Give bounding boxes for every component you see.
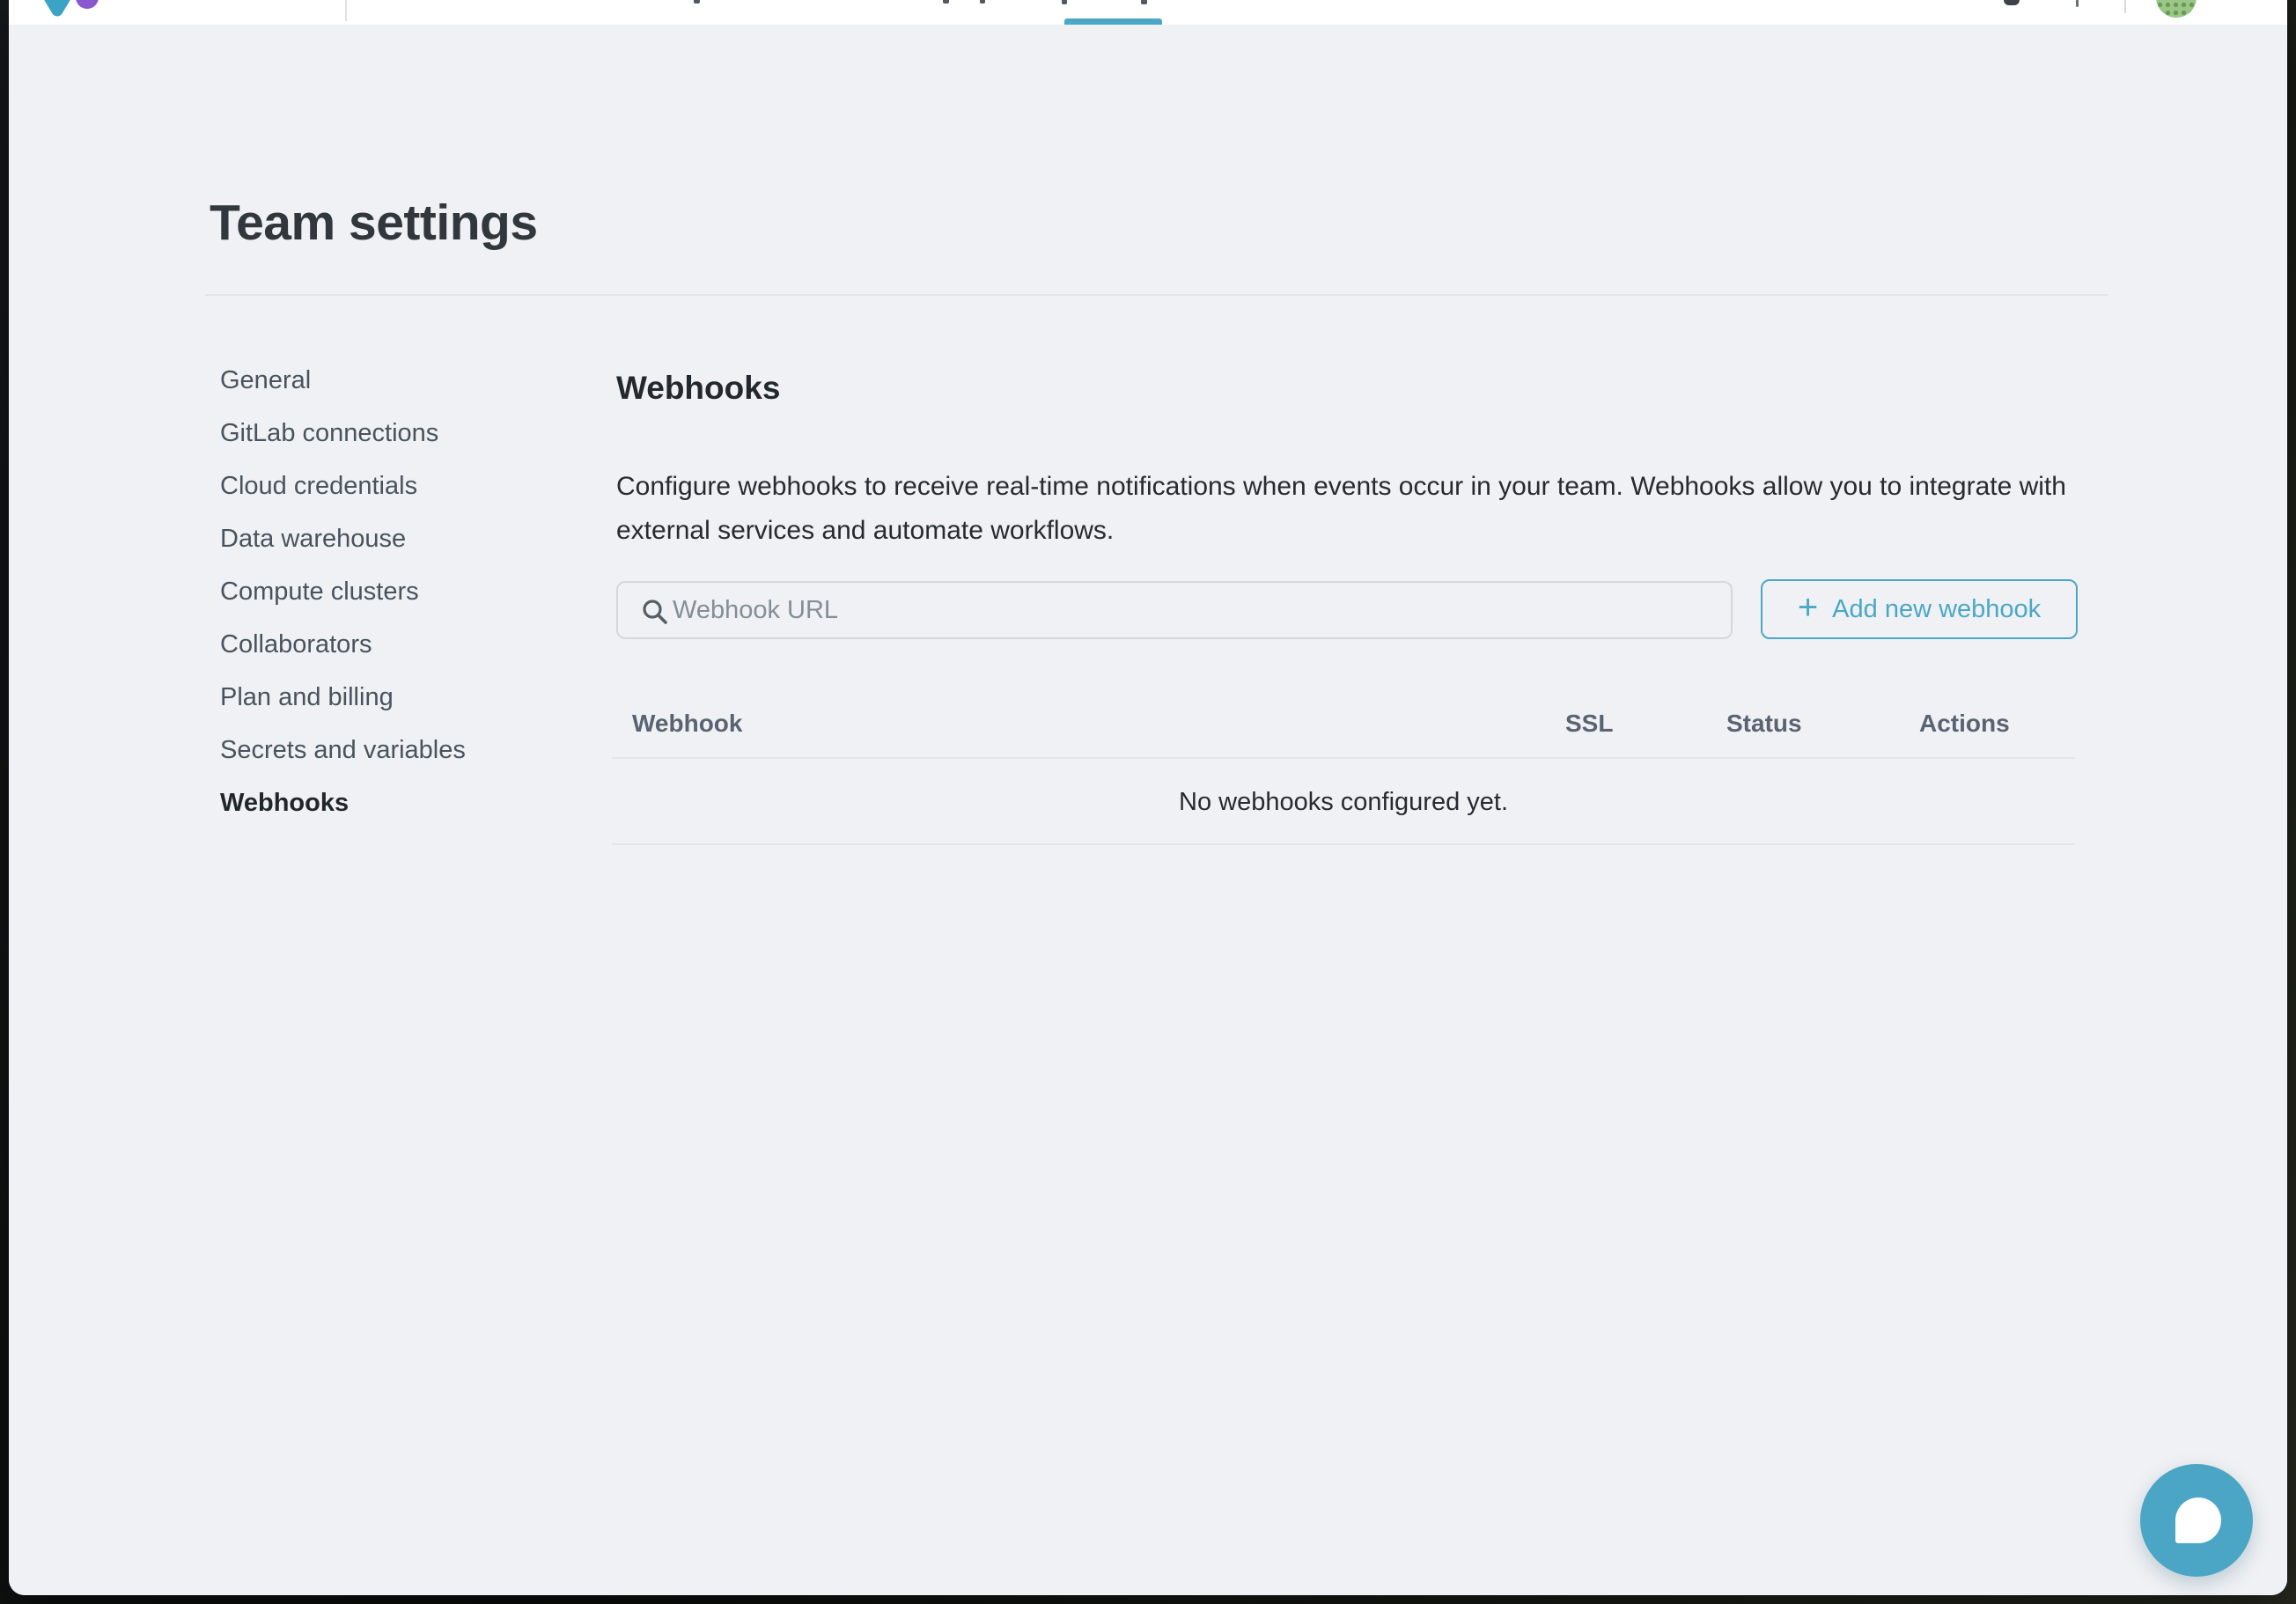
sidebar-item-collaborators[interactable]: Collaborators (220, 618, 555, 671)
column-header-actions: Actions (1919, 710, 2010, 738)
top-navigation-bar (9, 0, 2287, 25)
table-bottom-divider (612, 843, 2075, 845)
add-new-webhook-label: Add new webhook (1832, 595, 2041, 624)
app-window: Team settings General GitLab connections… (9, 0, 2287, 1595)
clipped-toolbar-icon[interactable] (2076, 0, 2079, 7)
sidebar-item-plan-and-billing[interactable]: Plan and billing (220, 671, 555, 724)
chat-bubble-icon (2175, 1497, 2221, 1543)
sidebar-item-general[interactable]: General (220, 354, 555, 407)
column-header-ssl: SSL (1565, 710, 1613, 738)
webhook-search-box (616, 581, 1733, 639)
sidebar-item-gitlab-connections[interactable]: GitLab connections (220, 407, 555, 460)
logo-teal-mark (41, 0, 73, 11)
sidebar-item-data-warehouse[interactable]: Data warehouse (220, 512, 555, 565)
add-new-webhook-button[interactable]: + Add new webhook (1761, 579, 2078, 639)
clipped-nav-tab-text (1141, 0, 1147, 4)
section-description: Configure webhooks to receive real-time … (616, 465, 2082, 553)
settings-sidebar: General GitLab connections Cloud credent… (220, 354, 555, 829)
clipped-nav-tab-text (943, 0, 949, 4)
sidebar-item-compute-clusters[interactable]: Compute clusters (220, 565, 555, 618)
sidebar-item-cloud-credentials[interactable]: Cloud credentials (220, 460, 555, 512)
topbar-divider (2124, 0, 2126, 13)
topbar-divider (345, 0, 347, 21)
page-title: Team settings (210, 194, 538, 252)
column-header-status: Status (1726, 710, 1802, 738)
user-avatar[interactable] (2156, 0, 2197, 18)
table-header-divider (612, 757, 2075, 759)
app-logo[interactable] (38, 0, 108, 25)
webhook-search-input[interactable] (673, 583, 1711, 637)
title-divider (205, 294, 2108, 296)
column-header-webhook: Webhook (632, 710, 742, 738)
chat-launcher-button[interactable] (2140, 1464, 2253, 1577)
table-empty-message: No webhooks configured yet. (612, 787, 2075, 817)
logo-purple-mark (76, 0, 99, 9)
page-content: Team settings General GitLab connections… (9, 25, 2287, 1595)
section-heading: Webhooks (616, 370, 780, 407)
clipped-nav-tab-text (1062, 0, 1067, 4)
active-tab-underline (1064, 18, 1162, 25)
clipped-nav-tab-text (694, 0, 700, 4)
clipped-nav-tab-text (980, 0, 985, 4)
sidebar-item-webhooks[interactable]: Webhooks (220, 776, 555, 829)
clipped-toolbar-icon[interactable] (2004, 0, 2020, 5)
sidebar-item-secrets-and-variables[interactable]: Secrets and variables (220, 724, 555, 776)
search-icon (641, 598, 669, 626)
plus-icon: + (1798, 590, 1818, 625)
